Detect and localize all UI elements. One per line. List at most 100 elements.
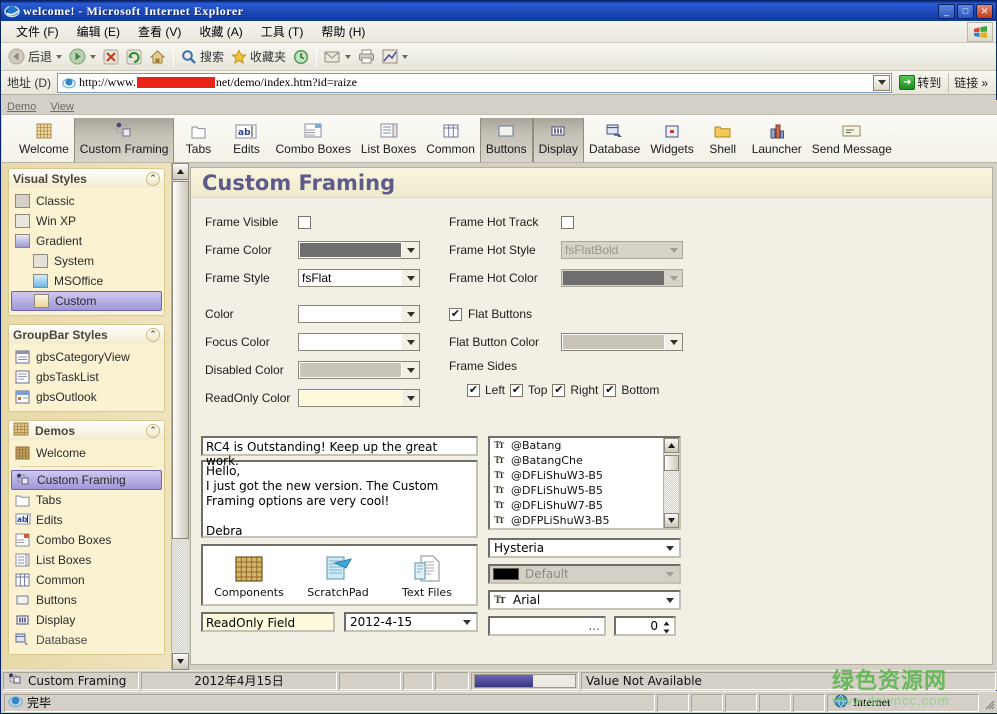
menu-item-view[interactable]: 查看 (V) <box>129 21 190 42</box>
search-button[interactable]: 搜索 <box>178 45 227 69</box>
browse-button[interactable]: ... <box>589 619 600 633</box>
frame-hot-track-checkbox[interactable] <box>561 216 574 229</box>
spinner-down-button[interactable] <box>661 627 672 635</box>
sidebar-item-gbstasklist[interactable]: gbsTaskList <box>11 367 162 387</box>
app-menu-view[interactable]: View <box>50 101 74 113</box>
flat-buttons-checkbox[interactable]: ✔ <box>449 308 462 321</box>
mail-button[interactable] <box>321 45 354 69</box>
chevron-up-icon[interactable]: ⌃ <box>146 328 160 342</box>
links-button[interactable]: 链接 » <box>948 73 993 93</box>
maximize-button[interactable]: □ <box>957 4 974 19</box>
history-button[interactable] <box>290 45 312 69</box>
sidebar-item-database[interactable]: Database <box>11 630 162 650</box>
readonly-field[interactable]: ReadOnly Field <box>201 612 335 632</box>
scrollbar-thumb[interactable] <box>172 181 189 539</box>
sidebar-item-buttons[interactable]: Buttons <box>11 590 162 610</box>
tab-list-boxes[interactable]: List Boxes <box>356 118 421 162</box>
sidebar-item-welcome[interactable]: Welcome <box>11 443 162 463</box>
tab-widgets[interactable]: Widgets <box>645 118 698 162</box>
sidebar-item-custom-framing[interactable]: Custom Framing <box>11 470 162 490</box>
tab-combo-boxes[interactable]: Combo Boxes <box>270 118 355 162</box>
sidebar-item-tabs[interactable]: Tabs <box>11 490 162 510</box>
chevron-down-icon[interactable] <box>402 390 419 406</box>
chevron-down-icon[interactable] <box>665 334 682 350</box>
tab-welcome[interactable]: Welcome <box>14 118 74 162</box>
chevron-down-icon[interactable] <box>402 362 419 378</box>
default-color-combo[interactable]: Default <box>488 564 681 584</box>
scroll-down-button[interactable] <box>172 653 189 670</box>
edit-button[interactable] <box>379 45 411 69</box>
forward-chevron-down-icon[interactable] <box>90 55 96 59</box>
sidebar-item-gbsoutlook[interactable]: gbsOutlook <box>11 387 162 407</box>
frame-side-bottom-checkbox[interactable]: ✔ <box>603 384 616 397</box>
scroll-up-button[interactable] <box>664 438 679 453</box>
list-item[interactable]: TT @DFPLiShuW3-B5 <box>490 513 679 528</box>
spinner-buttons[interactable] <box>661 619 672 635</box>
scroll-down-button[interactable] <box>664 513 679 528</box>
chevron-down-icon[interactable] <box>402 306 419 322</box>
sidebar-item-custom[interactable]: Custom <box>11 291 162 311</box>
tab-send-message[interactable]: Send Message <box>807 118 897 162</box>
sample-memo[interactable]: Hello, I just got the new version. The C… <box>201 460 478 538</box>
print-button[interactable] <box>355 45 378 69</box>
menu-item-tools[interactable]: 工具 (T) <box>252 21 313 42</box>
spinner-up-button[interactable] <box>661 619 672 627</box>
sidebar-item-win-xp[interactable]: Win XP <box>11 211 162 231</box>
sidebar-scrollbar[interactable] <box>171 163 188 670</box>
back-chevron-down-icon[interactable] <box>56 55 62 59</box>
list-item[interactable]: TT @DFLiShuW7-B5 <box>490 498 679 513</box>
chevron-down-icon[interactable] <box>402 334 419 350</box>
home-button[interactable] <box>146 45 169 69</box>
chevron-up-icon[interactable]: ⌃ <box>146 172 160 186</box>
list-item[interactable]: TT @Batang <box>490 438 679 453</box>
sidebar-item-system[interactable]: System <box>11 251 162 271</box>
list-item[interactable]: TT @DFLiShuW3-B5 <box>490 468 679 483</box>
address-dropdown-button[interactable] <box>873 75 890 91</box>
chevron-down-icon[interactable] <box>662 542 677 554</box>
focus-color-combo[interactable] <box>298 333 420 351</box>
sidebar-item-gbscategoryview[interactable]: gbsCategoryView <box>11 347 162 367</box>
browse-field[interactable]: ... <box>488 616 606 636</box>
close-button[interactable]: ✕ <box>976 4 993 19</box>
tab-buttons[interactable]: Buttons <box>480 118 533 162</box>
edit-chevron-down-icon[interactable] <box>402 55 408 59</box>
list-scrollbar[interactable] <box>663 438 679 528</box>
chevron-down-icon[interactable] <box>662 594 677 606</box>
icon-view[interactable]: Components ScratchPad <box>201 544 478 606</box>
tab-database[interactable]: Database <box>584 118 645 162</box>
hysteria-combo[interactable]: Hysteria <box>488 538 681 558</box>
color-combo[interactable] <box>298 305 420 323</box>
readonly-color-combo[interactable] <box>298 389 420 407</box>
sidebar-item-display[interactable]: Display <box>11 610 162 630</box>
menu-item-help[interactable]: 帮助 (H) <box>312 21 374 42</box>
icon-view-item-components[interactable]: Components <box>213 552 285 599</box>
sidebar-item-list-boxes[interactable]: List Boxes <box>11 550 162 570</box>
minimize-button[interactable]: _ <box>938 4 955 19</box>
tab-shell[interactable]: Shell <box>699 118 747 162</box>
scroll-up-button[interactable] <box>172 163 189 180</box>
icon-view-item-scratchpad[interactable]: ScratchPad <box>302 552 374 599</box>
number-spinner[interactable]: 0 <box>614 616 676 636</box>
flat-button-color-combo[interactable] <box>561 333 683 351</box>
sidebar-item-edits[interactable]: ab Edits <box>11 510 162 530</box>
chevron-down-icon[interactable] <box>402 242 419 258</box>
address-input[interactable]: http://www.net/demo/index.htm?id=raize <box>57 73 892 93</box>
tab-tabs[interactable]: Tabs <box>174 118 222 162</box>
frame-hot-color-combo[interactable] <box>561 269 683 287</box>
resize-grip[interactable] <box>981 696 995 710</box>
frame-hot-style-combo[interactable]: fsFlatBold <box>561 241 683 259</box>
back-button[interactable]: 后退 <box>5 45 65 69</box>
date-picker[interactable]: 2012-4-15 <box>344 612 478 632</box>
group-header[interactable]: Visual Styles ⌃ <box>9 169 164 188</box>
sidebar-item-common[interactable]: Common <box>11 570 162 590</box>
font-combo[interactable]: TT Arial <box>488 590 681 610</box>
sidebar-item-msoffice[interactable]: MSOffice <box>11 271 162 291</box>
list-item[interactable]: TT @DFLiShuW5-B5 <box>490 483 679 498</box>
menu-item-edit[interactable]: 编辑 (E) <box>68 21 129 42</box>
sidebar-item-classic[interactable]: Classic <box>11 191 162 211</box>
font-list-box[interactable]: TT @Batang TT @BatangChe TT <box>488 436 681 530</box>
ie-security-zone[interactable]: Internet <box>827 694 979 712</box>
disabled-color-combo[interactable] <box>298 361 420 379</box>
menu-item-favorites[interactable]: 收藏 (A) <box>190 21 251 42</box>
chevron-up-icon[interactable]: ⌃ <box>146 424 160 438</box>
